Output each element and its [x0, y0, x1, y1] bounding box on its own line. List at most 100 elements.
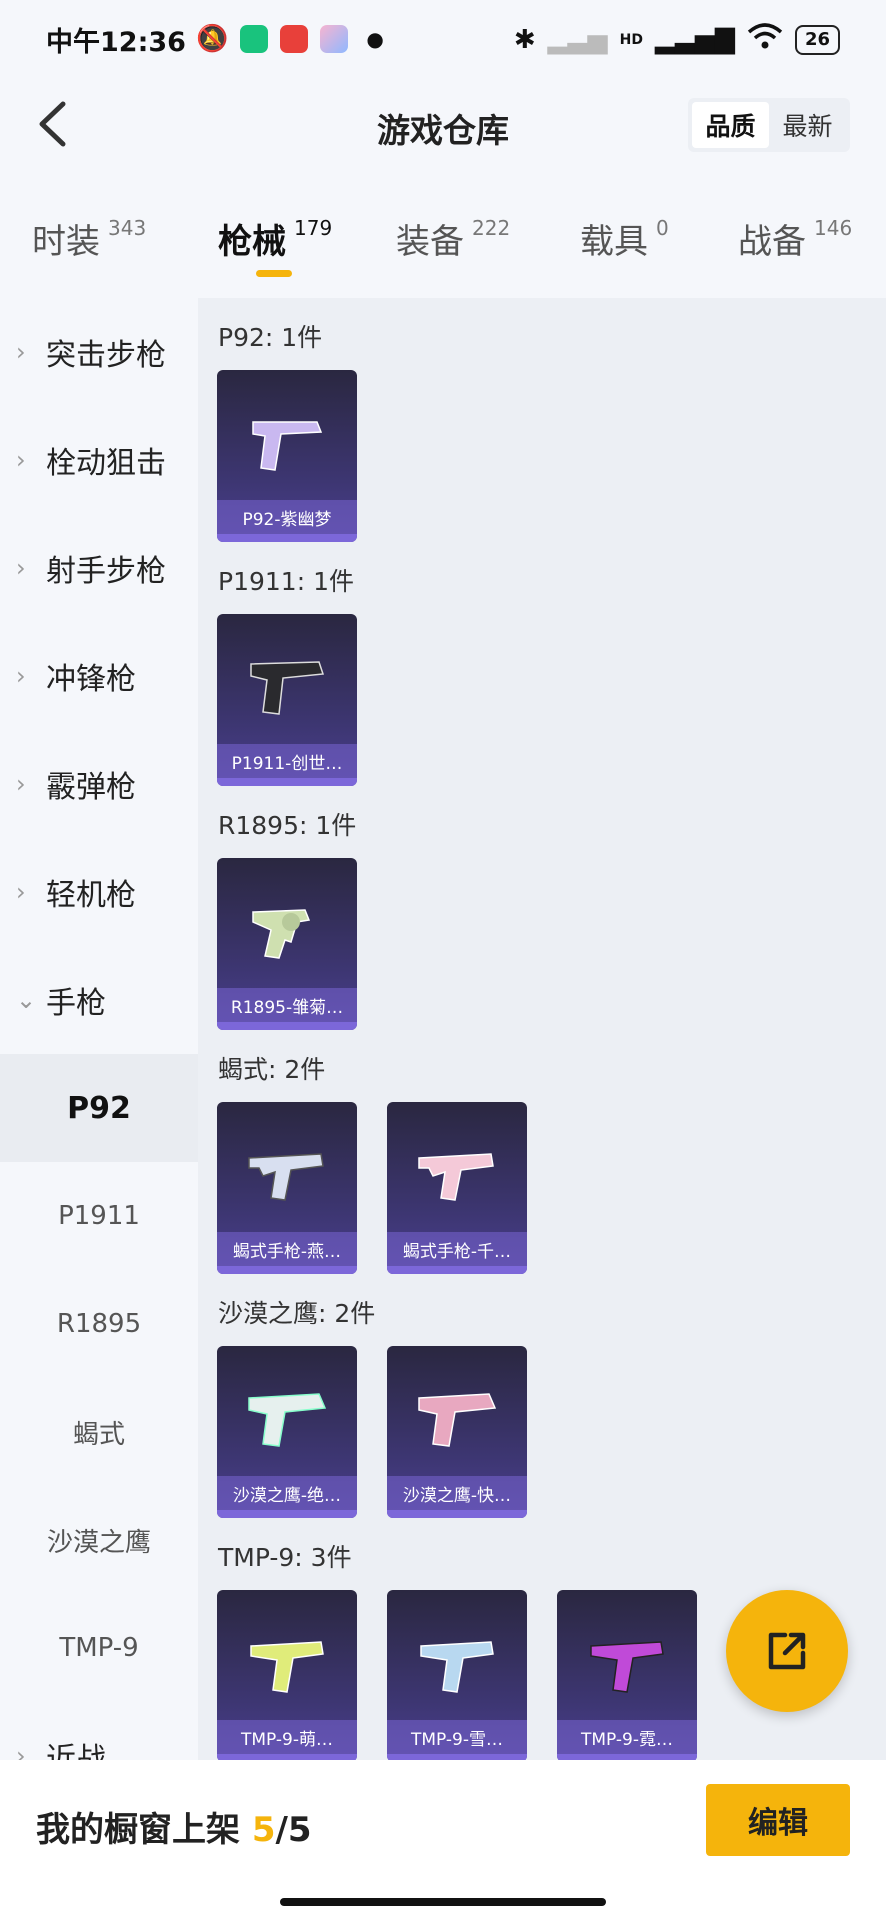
tab-fashion[interactable]: 时装 343	[32, 214, 146, 263]
group-title: P1911: 1件	[218, 567, 354, 596]
share-button[interactable]	[726, 1590, 848, 1712]
rarity-bar	[217, 534, 357, 542]
group-title: TMP-9: 3件	[218, 1543, 352, 1572]
sidebar-subitem-p92[interactable]: P92	[0, 1054, 198, 1162]
rarity-bar	[217, 778, 357, 786]
home-indicator[interactable]	[280, 1898, 606, 1906]
smg-icon	[239, 1124, 335, 1220]
tab-equipment[interactable]: 装备 222	[396, 214, 510, 263]
pistol-icon	[239, 1368, 335, 1464]
sidebar-subitem-r1895[interactable]: R1895	[0, 1270, 198, 1378]
tab-count: 146	[814, 216, 853, 240]
group-title: 蝎式: 2件	[218, 1055, 326, 1084]
active-tab-indicator	[256, 270, 292, 277]
weapon-card[interactable]: TMP-9-雪…	[387, 1590, 527, 1760]
weapon-name: 沙漠之鹰-绝…	[217, 1476, 357, 1510]
bluetooth-icon: ✱	[513, 24, 536, 55]
sidebar-item-label: 栓动狙击	[46, 446, 166, 481]
mute-icon: 🔕	[195, 24, 229, 54]
chevron-right-icon: ›	[16, 878, 26, 906]
weapon-name: TMP-9-霓…	[557, 1720, 697, 1754]
sidebar-subitem-tmp9[interactable]: TMP-9	[0, 1594, 198, 1702]
app-header: 游戏仓库 品质 最新	[0, 78, 886, 174]
tab-label: 载具	[580, 222, 648, 262]
sidebar-item-smg[interactable]: › 冲锋枪	[0, 622, 198, 730]
sidebar-item-melee[interactable]: › 近战	[0, 1702, 198, 1760]
group-title: P92: 1件	[218, 323, 323, 352]
chevron-right-icon: ›	[16, 446, 26, 474]
sort-latest-button[interactable]: 最新	[769, 102, 846, 148]
sort-toggle: 品质 最新	[688, 98, 850, 152]
tab-count: 222	[472, 216, 511, 240]
smg-icon	[239, 1612, 335, 1708]
weapon-card[interactable]: P92-紫幽梦	[217, 370, 357, 542]
tab-label: 装备	[396, 222, 464, 262]
rarity-bar	[387, 1266, 527, 1274]
weapon-name: 沙漠之鹰-快…	[387, 1476, 527, 1510]
sidebar-item-bolt-sniper[interactable]: › 栓动狙击	[0, 406, 198, 514]
status-time: 中午12:36	[46, 26, 186, 58]
sidebar-item-marksman-rifle[interactable]: › 射手步枪	[0, 514, 198, 622]
group-title: R1895: 1件	[218, 811, 357, 840]
share-icon	[768, 1632, 806, 1670]
hd-signal-label: HD	[619, 31, 643, 48]
showcase-count: 5	[251, 1810, 276, 1850]
sidebar-item-label: 射手步枪	[46, 554, 166, 589]
chevron-down-icon: ⌄	[16, 986, 37, 1014]
chevron-right-icon: ›	[16, 770, 26, 798]
weapon-name: P92-紫幽梦	[217, 500, 357, 534]
rarity-bar	[387, 1510, 527, 1518]
weapon-name: TMP-9-萌…	[217, 1720, 357, 1754]
sidebar-item-shotgun[interactable]: › 霰弹枪	[0, 730, 198, 838]
signal-icon: ▂▃▅	[547, 24, 608, 55]
sidebar-item-pistol[interactable]: ⌄ 手枪	[0, 946, 198, 1054]
sidebar-subitem-desert-eagle[interactable]: 沙漠之鹰	[0, 1486, 198, 1594]
rarity-bar	[217, 1510, 357, 1518]
game-notification-icon	[320, 25, 349, 53]
weapon-card[interactable]: 蝎式手枪-千…	[387, 1102, 527, 1274]
sidebar-item-label: 霰弹枪	[46, 770, 136, 805]
sidebar-item-label: 手枪	[46, 986, 106, 1021]
tab-firearms[interactable]: 枪械 179	[218, 214, 332, 263]
tab-count: 0	[656, 216, 669, 240]
tab-vehicles[interactable]: 载具 0	[580, 214, 669, 263]
chevron-right-icon: ›	[16, 1742, 26, 1760]
category-tabs: 时装 343 枪械 179 装备 222 载具 0 战备 146	[0, 196, 886, 286]
sidebar-item-label: 冲锋枪	[46, 662, 136, 697]
showcase-status: 我的橱窗上架 5/5	[36, 1802, 312, 1851]
tab-battle-gear[interactable]: 战备 146	[738, 214, 852, 263]
pistol-icon	[239, 636, 335, 732]
tab-label: 时装	[32, 222, 100, 262]
sidebar-subitem-scorpion[interactable]: 蝎式	[0, 1378, 198, 1486]
edit-button[interactable]: 编辑	[706, 1784, 850, 1856]
weapon-name: 蝎式手枪-千…	[387, 1232, 527, 1266]
sidebar-item-lmg[interactable]: › 轻机枪	[0, 838, 198, 946]
tab-label: 战备	[738, 222, 806, 262]
chevron-right-icon: ›	[16, 662, 26, 690]
bottom-bar: 我的橱窗上架 5/5 编辑	[0, 1760, 886, 1920]
sidebar-item-label: 突击步枪	[46, 338, 166, 373]
weapon-card[interactable]: R1895-雏菊…	[217, 858, 357, 1030]
pistol-icon	[409, 1368, 505, 1464]
weapon-card[interactable]: P1911-创世…	[217, 614, 357, 786]
smg-icon	[579, 1612, 675, 1708]
rarity-bar	[217, 1022, 357, 1030]
weapon-card[interactable]: 蝎式手枪-燕…	[217, 1102, 357, 1274]
showcase-total: /5	[275, 1810, 312, 1850]
signal-strong-icon: ▂▃▅▇	[654, 24, 735, 55]
weapon-card[interactable]: TMP-9-萌…	[217, 1590, 357, 1760]
chevron-right-icon: ›	[16, 554, 26, 582]
sidebar-item-assault-rifle[interactable]: › 突击步枪	[0, 298, 198, 406]
sidebar-subitem-p1911[interactable]: P1911	[0, 1162, 198, 1270]
weapon-card[interactable]: TMP-9-霓…	[557, 1590, 697, 1760]
group-title: 沙漠之鹰: 2件	[218, 1299, 376, 1328]
weapon-card[interactable]: 沙漠之鹰-快…	[387, 1346, 527, 1518]
weapon-card[interactable]: 沙漠之鹰-绝…	[217, 1346, 357, 1518]
sort-quality-button[interactable]: 品质	[692, 102, 769, 148]
pistol-icon	[239, 392, 335, 488]
rarity-bar	[217, 1266, 357, 1274]
smg-icon	[409, 1612, 505, 1708]
app-notification-icon	[240, 25, 269, 53]
chevron-right-icon: ›	[16, 338, 26, 366]
revolver-icon	[239, 880, 335, 976]
